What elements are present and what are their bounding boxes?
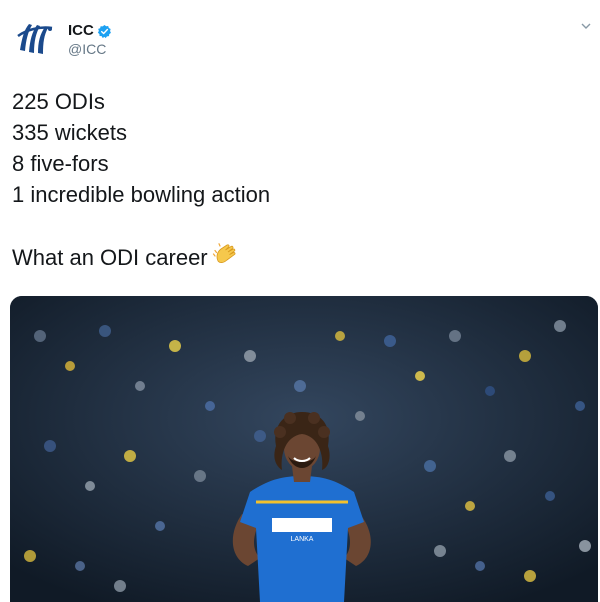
tweet-closing-text: What an ODI career	[12, 245, 208, 270]
chevron-down-icon[interactable]	[580, 20, 592, 32]
tweet-line: 335 wickets	[12, 120, 127, 145]
player-photo: LANKA	[10, 296, 598, 602]
jersey-text: LANKA	[291, 536, 314, 543]
line-spacer	[12, 210, 270, 241]
avatar[interactable]	[12, 16, 58, 62]
tweet-photo[interactable]: LANKA	[10, 296, 598, 602]
tweet-card[interactable]: ICC @ICC 225 ODIs 335 wickets 8 five-for…	[0, 0, 600, 602]
clapping-hands-icon	[212, 243, 236, 263]
tweet-text: 225 ODIs 335 wickets 8 five-fors 1 incre…	[12, 86, 270, 273]
icc-logo-icon	[17, 24, 53, 54]
tweet-line: 225 ODIs	[12, 89, 105, 114]
tweet-line: 8 five-fors	[12, 151, 109, 176]
tweet-closing-line: What an ODI career	[12, 241, 270, 273]
user-handle[interactable]: @ICC	[68, 40, 112, 58]
tweet-header: ICC @ICC	[12, 16, 112, 62]
verified-badge-icon	[97, 24, 111, 38]
display-name[interactable]: ICC	[68, 22, 94, 40]
tweet-line: 1 incredible bowling action	[12, 182, 271, 207]
